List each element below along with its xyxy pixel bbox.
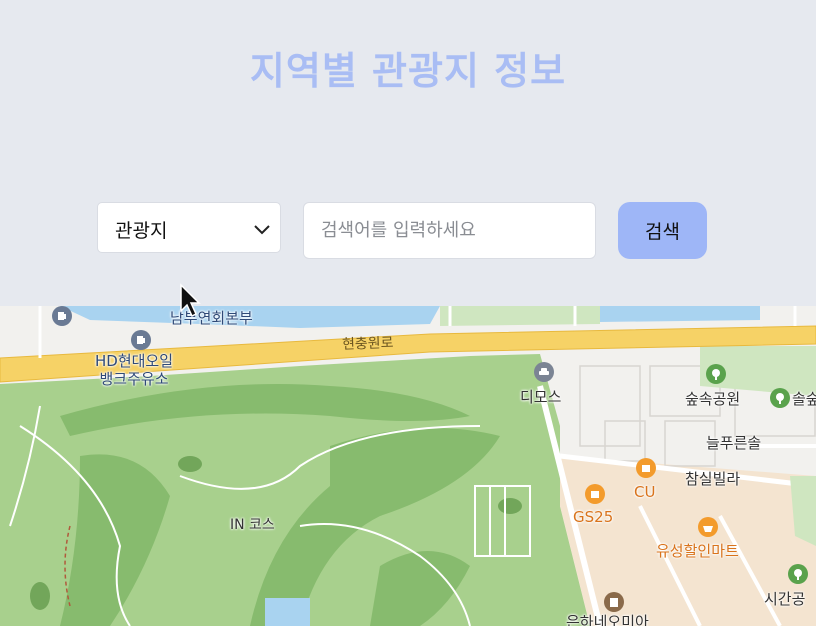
map-label-road: 현충원로 <box>341 335 394 353</box>
map-label-mart[interactable]: 유성할인마트 <box>656 540 739 561</box>
map-label-park1[interactable]: 숲속공원 <box>685 388 740 409</box>
map-label-chamsil[interactable]: 참실빌라 <box>685 468 740 489</box>
map-label-gs25[interactable]: GS25 <box>573 508 613 526</box>
category-select-value: 관광지 <box>115 220 168 242</box>
building-icon[interactable] <box>604 592 624 612</box>
header-section: 지역별 관광지 정보 관광지 검색 <box>0 0 816 306</box>
page-title: 지역별 관광지 정보 <box>249 49 567 93</box>
shopping-basket-icon[interactable] <box>698 517 718 537</box>
park-tree-icon[interactable] <box>788 564 808 584</box>
gas-station-icon[interactable] <box>131 330 151 350</box>
search-input[interactable] <box>303 202 596 259</box>
mouse-pointer-icon <box>180 283 201 318</box>
convenience-store-icon[interactable] <box>585 484 605 504</box>
map-label-park3[interactable]: 시간공 <box>764 588 805 609</box>
map-label-dimos[interactable]: 디모스 <box>520 386 561 407</box>
map-label-in-course[interactable]: IN 코스 <box>230 514 275 534</box>
map-label-park2[interactable]: 솔숲 <box>792 388 816 409</box>
map-label-bottom[interactable]: 은하네오미아 <box>566 611 649 626</box>
map-label-neulpureun[interactable]: 늘푸른솔 <box>706 432 761 453</box>
car-dealer-icon[interactable] <box>534 362 554 382</box>
map-view[interactable]: 남부연회본부 현충원로 HD현대오일 뱅크주유소 디모스 숲속공원 솔숲 늘푸른… <box>0 306 816 626</box>
gas-station-icon[interactable] <box>52 306 72 326</box>
convenience-store-icon[interactable] <box>636 458 656 478</box>
chevron-down-icon <box>254 225 270 235</box>
map-label-hd-oil-text: HD현대오일 뱅크주유소 <box>95 352 174 388</box>
map-label-hd-oil[interactable]: HD현대오일 뱅크주유소 <box>95 352 173 388</box>
search-button[interactable]: 검색 <box>618 202 707 259</box>
map-label-cu[interactable]: CU <box>634 483 655 501</box>
park-tree-icon[interactable] <box>706 364 726 384</box>
category-select[interactable]: 관광지 <box>97 202 281 253</box>
park-tree-icon[interactable] <box>770 388 790 408</box>
